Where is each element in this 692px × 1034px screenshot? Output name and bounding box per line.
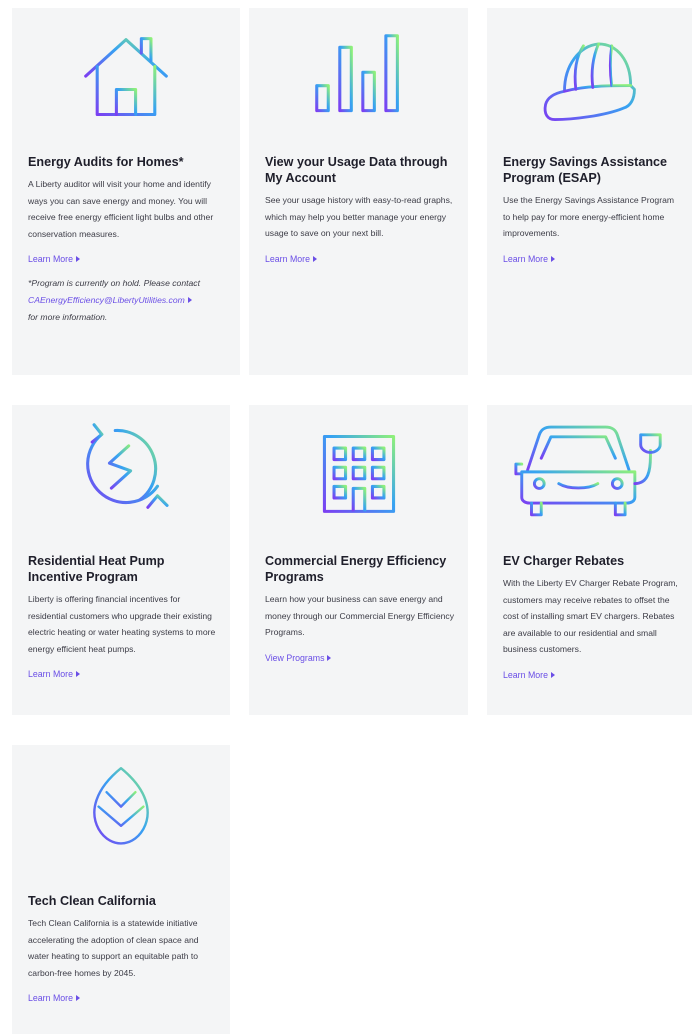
card-title: Energy Savings Assistance Program (ESAP) [503, 155, 668, 185]
card-commercial: Commercial Energy Efficiency Programs Le… [249, 405, 468, 715]
learn-more-link[interactable]: Learn More [503, 254, 555, 264]
hard-hat-icon [487, 30, 692, 130]
card-energy-audits: Energy Audits for Homes* A Liberty audit… [12, 8, 240, 375]
arrow-right-icon [551, 671, 555, 678]
card-heat-pump: Residential Heat Pump Incentive Program … [12, 405, 230, 715]
card-description: Tech Clean California is a statewide ini… [28, 918, 199, 978]
card-usage-data: View your Usage Data through My Account … [249, 8, 468, 375]
card-esap: Energy Savings Assistance Program (ESAP)… [487, 8, 692, 375]
card-title: Commercial Energy Efficiency Programs [265, 554, 447, 584]
card-description: Use the Energy Savings Assistance Progra… [503, 195, 675, 239]
house-icon [12, 30, 240, 130]
card-description: Liberty is offering financial incentives… [28, 594, 216, 654]
card-title: Residential Heat Pump Incentive Program [28, 554, 165, 584]
office-building-icon [249, 425, 468, 525]
card-title: View your Usage Data through My Account [265, 155, 448, 185]
arrow-right-icon [76, 671, 80, 678]
arrow-right-icon [327, 654, 332, 661]
arrow-right-icon [187, 296, 192, 303]
card-description: A Liberty auditor will visit your home a… [28, 179, 214, 239]
arrow-right-icon [551, 255, 555, 262]
electric-car-icon [487, 413, 692, 517]
card-title: Energy Audits for Homes* [28, 155, 184, 169]
card-title: EV Charger Rebates [503, 554, 625, 568]
view-programs-link[interactable]: View Programs [265, 653, 332, 663]
arrow-right-icon [76, 995, 80, 1002]
bar-chart-icon [249, 30, 468, 130]
email-link[interactable]: CAEnergyEfficiency@LibertyUtilities.com [28, 295, 192, 305]
learn-more-link[interactable]: Learn More [28, 993, 80, 1003]
learn-more-link[interactable]: Learn More [28, 669, 80, 679]
card-description: With the Liberty EV Charger Rebate Progr… [503, 578, 678, 655]
heat-pump-cycle-icon [12, 419, 230, 519]
card-tech-clean: Tech Clean California Tech Clean Califor… [12, 745, 230, 1034]
arrow-right-icon [313, 255, 317, 262]
card-description: See your usage history with easy-to-read… [265, 195, 453, 239]
leaf-icon [12, 755, 230, 875]
card-title: Tech Clean California [28, 894, 156, 908]
program-note: *Program is currently on hold. Please co… [28, 278, 200, 322]
arrow-right-icon [76, 256, 80, 263]
learn-more-link[interactable]: Learn More [503, 670, 555, 680]
card-description: Learn how your business can save energy … [265, 594, 454, 638]
card-ev-charger: EV Charger Rebates With the Liberty EV C… [487, 405, 692, 715]
learn-more-link[interactable]: Learn More [265, 254, 317, 264]
learn-more-link[interactable]: Learn More [28, 254, 80, 264]
